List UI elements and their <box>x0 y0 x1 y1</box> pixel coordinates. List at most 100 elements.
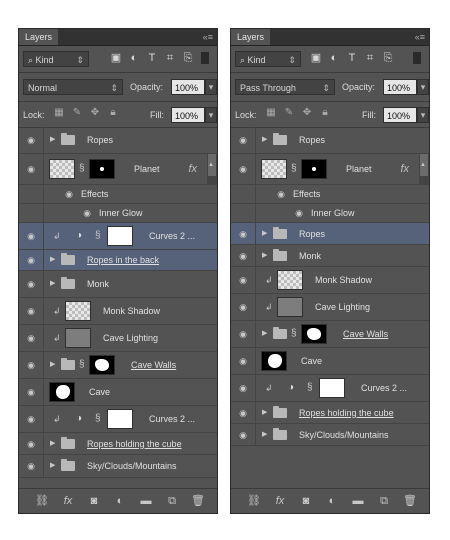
lock-image-pixels-icon[interactable]: ✎ <box>283 107 295 119</box>
new-group-icon[interactable]: ▬ <box>351 494 365 508</box>
eye-icon[interactable]: ◉ <box>237 302 249 312</box>
opacity-field[interactable]: 100% <box>383 79 417 95</box>
fill-field[interactable]: 100% <box>383 107 417 123</box>
lock-transparent-pixels-icon[interactable]: ▦ <box>265 107 277 119</box>
layer-row-ropes-holding-the-cube[interactable]: ◉ ▶ Ropes holding the cube <box>19 433 217 455</box>
layers-tab[interactable]: Layers <box>19 29 59 45</box>
new-layer-icon[interactable]: ⧉ <box>377 494 391 508</box>
expand-triangle-icon[interactable]: ▶ <box>50 136 55 144</box>
eye-icon[interactable]: ◉ <box>25 135 37 145</box>
eye-icon[interactable]: ◉ <box>237 251 249 261</box>
opacity-field[interactable]: 100% <box>171 79 205 95</box>
shape-filter-icon[interactable]: ⌗ <box>363 51 377 65</box>
scrollbar[interactable]: ▲ <box>207 154 217 184</box>
eye-icon[interactable]: ◉ <box>81 208 93 218</box>
eye-icon[interactable]: ◉ <box>25 164 37 174</box>
scroll-up-arrow-icon[interactable]: ▲ <box>420 162 426 168</box>
smart-object-filter-icon[interactable]: ⎘ <box>181 51 195 65</box>
layer-mask-thumbnail[interactable] <box>89 159 115 179</box>
expand-triangle-icon[interactable]: ▶ <box>262 252 267 260</box>
eye-icon[interactable]: ◉ <box>25 306 37 316</box>
lock-position-icon[interactable]: ✥ <box>89 107 101 119</box>
filter-kind-select[interactable]: ⌕ Kind ⇕ <box>235 51 301 67</box>
filter-kind-select[interactable]: ⌕ Kind ⇕ <box>23 51 89 67</box>
layer-row-cave-walls[interactable]: ◉ ▶ § Cave Walls <box>231 321 429 348</box>
expand-triangle-icon[interactable]: ▶ <box>262 431 267 439</box>
eye-icon[interactable]: ◉ <box>25 231 37 241</box>
eye-icon[interactable]: ◉ <box>237 275 249 285</box>
layer-row-ropes[interactable]: ◉ ▶ Ropes <box>231 127 429 154</box>
eye-icon[interactable]: ◉ <box>237 430 249 440</box>
fill-slider-button[interactable]: ▾ <box>205 107 217 123</box>
layer-row-curves-2[interactable]: ◉ ↲ ◑ § Curves 2 ... <box>231 375 429 402</box>
layers-tab[interactable]: Layers <box>231 29 271 45</box>
expand-triangle-icon[interactable]: ▶ <box>262 330 267 338</box>
eye-icon[interactable]: ◉ <box>237 383 249 393</box>
layer-mask-thumbnail[interactable] <box>107 409 133 429</box>
opacity-slider-button[interactable]: ▾ <box>205 79 217 95</box>
layer-row-cave[interactable]: ◉ Cave <box>231 348 429 375</box>
eye-icon[interactable]: ◉ <box>25 360 37 370</box>
eye-icon[interactable]: ◉ <box>63 189 75 199</box>
expand-triangle-icon[interactable]: ▶ <box>50 361 55 369</box>
lock-image-pixels-icon[interactable]: ✎ <box>71 107 83 119</box>
expand-triangle-icon[interactable]: ▶ <box>262 409 267 417</box>
expand-triangle-icon[interactable]: ▶ <box>262 230 267 238</box>
eye-icon[interactable]: ◉ <box>25 439 37 449</box>
fill-field[interactable]: 100% <box>171 107 205 123</box>
effect-row-inner-glow[interactable]: ◉ Inner Glow <box>19 204 217 223</box>
fx-icon[interactable]: fx <box>61 494 75 508</box>
layer-row-monk-shadow[interactable]: ◉ ↲ Monk Shadow <box>231 267 429 294</box>
scrollbar[interactable]: ▲ <box>419 154 429 184</box>
eye-icon[interactable]: ◉ <box>293 208 305 218</box>
layer-row-monk[interactable]: ◉ ▶ Monk <box>19 271 217 298</box>
new-adjustment-icon[interactable]: ◐ <box>113 494 127 508</box>
layer-row-ropes-selected[interactable]: ◉ ▶ Ropes <box>231 223 429 245</box>
effects-row[interactable]: ◉ Effects <box>231 185 429 204</box>
panel-menu-icon[interactable]: «≡ <box>203 30 213 44</box>
new-adjustment-icon[interactable]: ◐ <box>325 494 339 508</box>
layer-row-curves-2[interactable]: ◉ ↲ ◑ § Curves 2 ... <box>19 223 217 250</box>
layer-row-cave-lighting[interactable]: ◉ ↲ Cave Lighting <box>19 325 217 352</box>
lock-all-icon[interactable]: 🔒︎ <box>107 107 119 119</box>
expand-triangle-icon[interactable]: ▶ <box>50 440 55 448</box>
smart-object-filter-icon[interactable]: ⎘ <box>381 51 395 65</box>
lock-position-icon[interactable]: ✥ <box>301 107 313 119</box>
layer-row-ropes-holding-the-cube[interactable]: ◉ ▶ Ropes holding the cube <box>231 402 429 424</box>
eye-icon[interactable]: ◉ <box>25 414 37 424</box>
expand-triangle-icon[interactable]: ▶ <box>50 280 55 288</box>
adjustment-filter-icon[interactable]: ◐ <box>127 51 141 65</box>
layer-row-cave[interactable]: ◉ Cave <box>19 379 217 406</box>
link-layers-icon[interactable]: ⛓ <box>35 494 49 508</box>
eye-icon[interactable]: ◉ <box>237 164 249 174</box>
layer-mask-thumbnail[interactable] <box>301 159 327 179</box>
layer-mask-thumbnail[interactable] <box>107 226 133 246</box>
layer-mask-thumbnail[interactable] <box>301 324 327 344</box>
panel-menu-icon[interactable]: «≡ <box>415 30 425 44</box>
filter-toggle-switch[interactable] <box>413 52 421 64</box>
scroll-up-arrow-icon[interactable]: ▲ <box>208 162 214 168</box>
add-mask-icon[interactable]: ◙ <box>299 494 313 508</box>
effects-row[interactable]: ◉ Effects <box>19 185 217 204</box>
layer-row-curves-2[interactable]: ◉ ↲ ◑ § Curves 2 ... <box>19 406 217 433</box>
image-filter-icon[interactable]: ▣ <box>109 51 123 65</box>
trash-icon[interactable]: 🗑︎ <box>403 494 417 508</box>
adjustment-filter-icon[interactable]: ◐ <box>327 51 341 65</box>
new-group-icon[interactable]: ▬ <box>139 494 153 508</box>
eye-icon[interactable]: ◉ <box>275 189 287 199</box>
blend-mode-select[interactable]: Normal ⇕ <box>23 79 123 95</box>
fx-icon[interactable]: fx <box>400 162 409 176</box>
layer-row-cave-walls[interactable]: ◉ ▶ § Cave Walls <box>19 352 217 379</box>
layer-row-sky-clouds-mountains[interactable]: ◉ ▶ Sky/Clouds/Mountains <box>231 424 429 446</box>
eye-icon[interactable]: ◉ <box>25 255 37 265</box>
expand-triangle-icon[interactable]: ▶ <box>50 462 55 470</box>
shape-filter-icon[interactable]: ⌗ <box>163 51 177 65</box>
layer-row-planet[interactable]: ◉ § Planet fx ▲ <box>231 154 429 185</box>
expand-triangle-icon[interactable]: ▶ <box>262 136 267 144</box>
type-filter-icon[interactable]: T <box>145 51 159 65</box>
eye-icon[interactable]: ◉ <box>237 135 249 145</box>
eye-icon[interactable]: ◉ <box>237 229 249 239</box>
type-filter-icon[interactable]: T <box>345 51 359 65</box>
blend-mode-select[interactable]: Pass Through ⇕ <box>235 79 335 95</box>
layer-row-ropes-in-the-back[interactable]: ◉ ▶ Ropes in the back <box>19 250 217 271</box>
